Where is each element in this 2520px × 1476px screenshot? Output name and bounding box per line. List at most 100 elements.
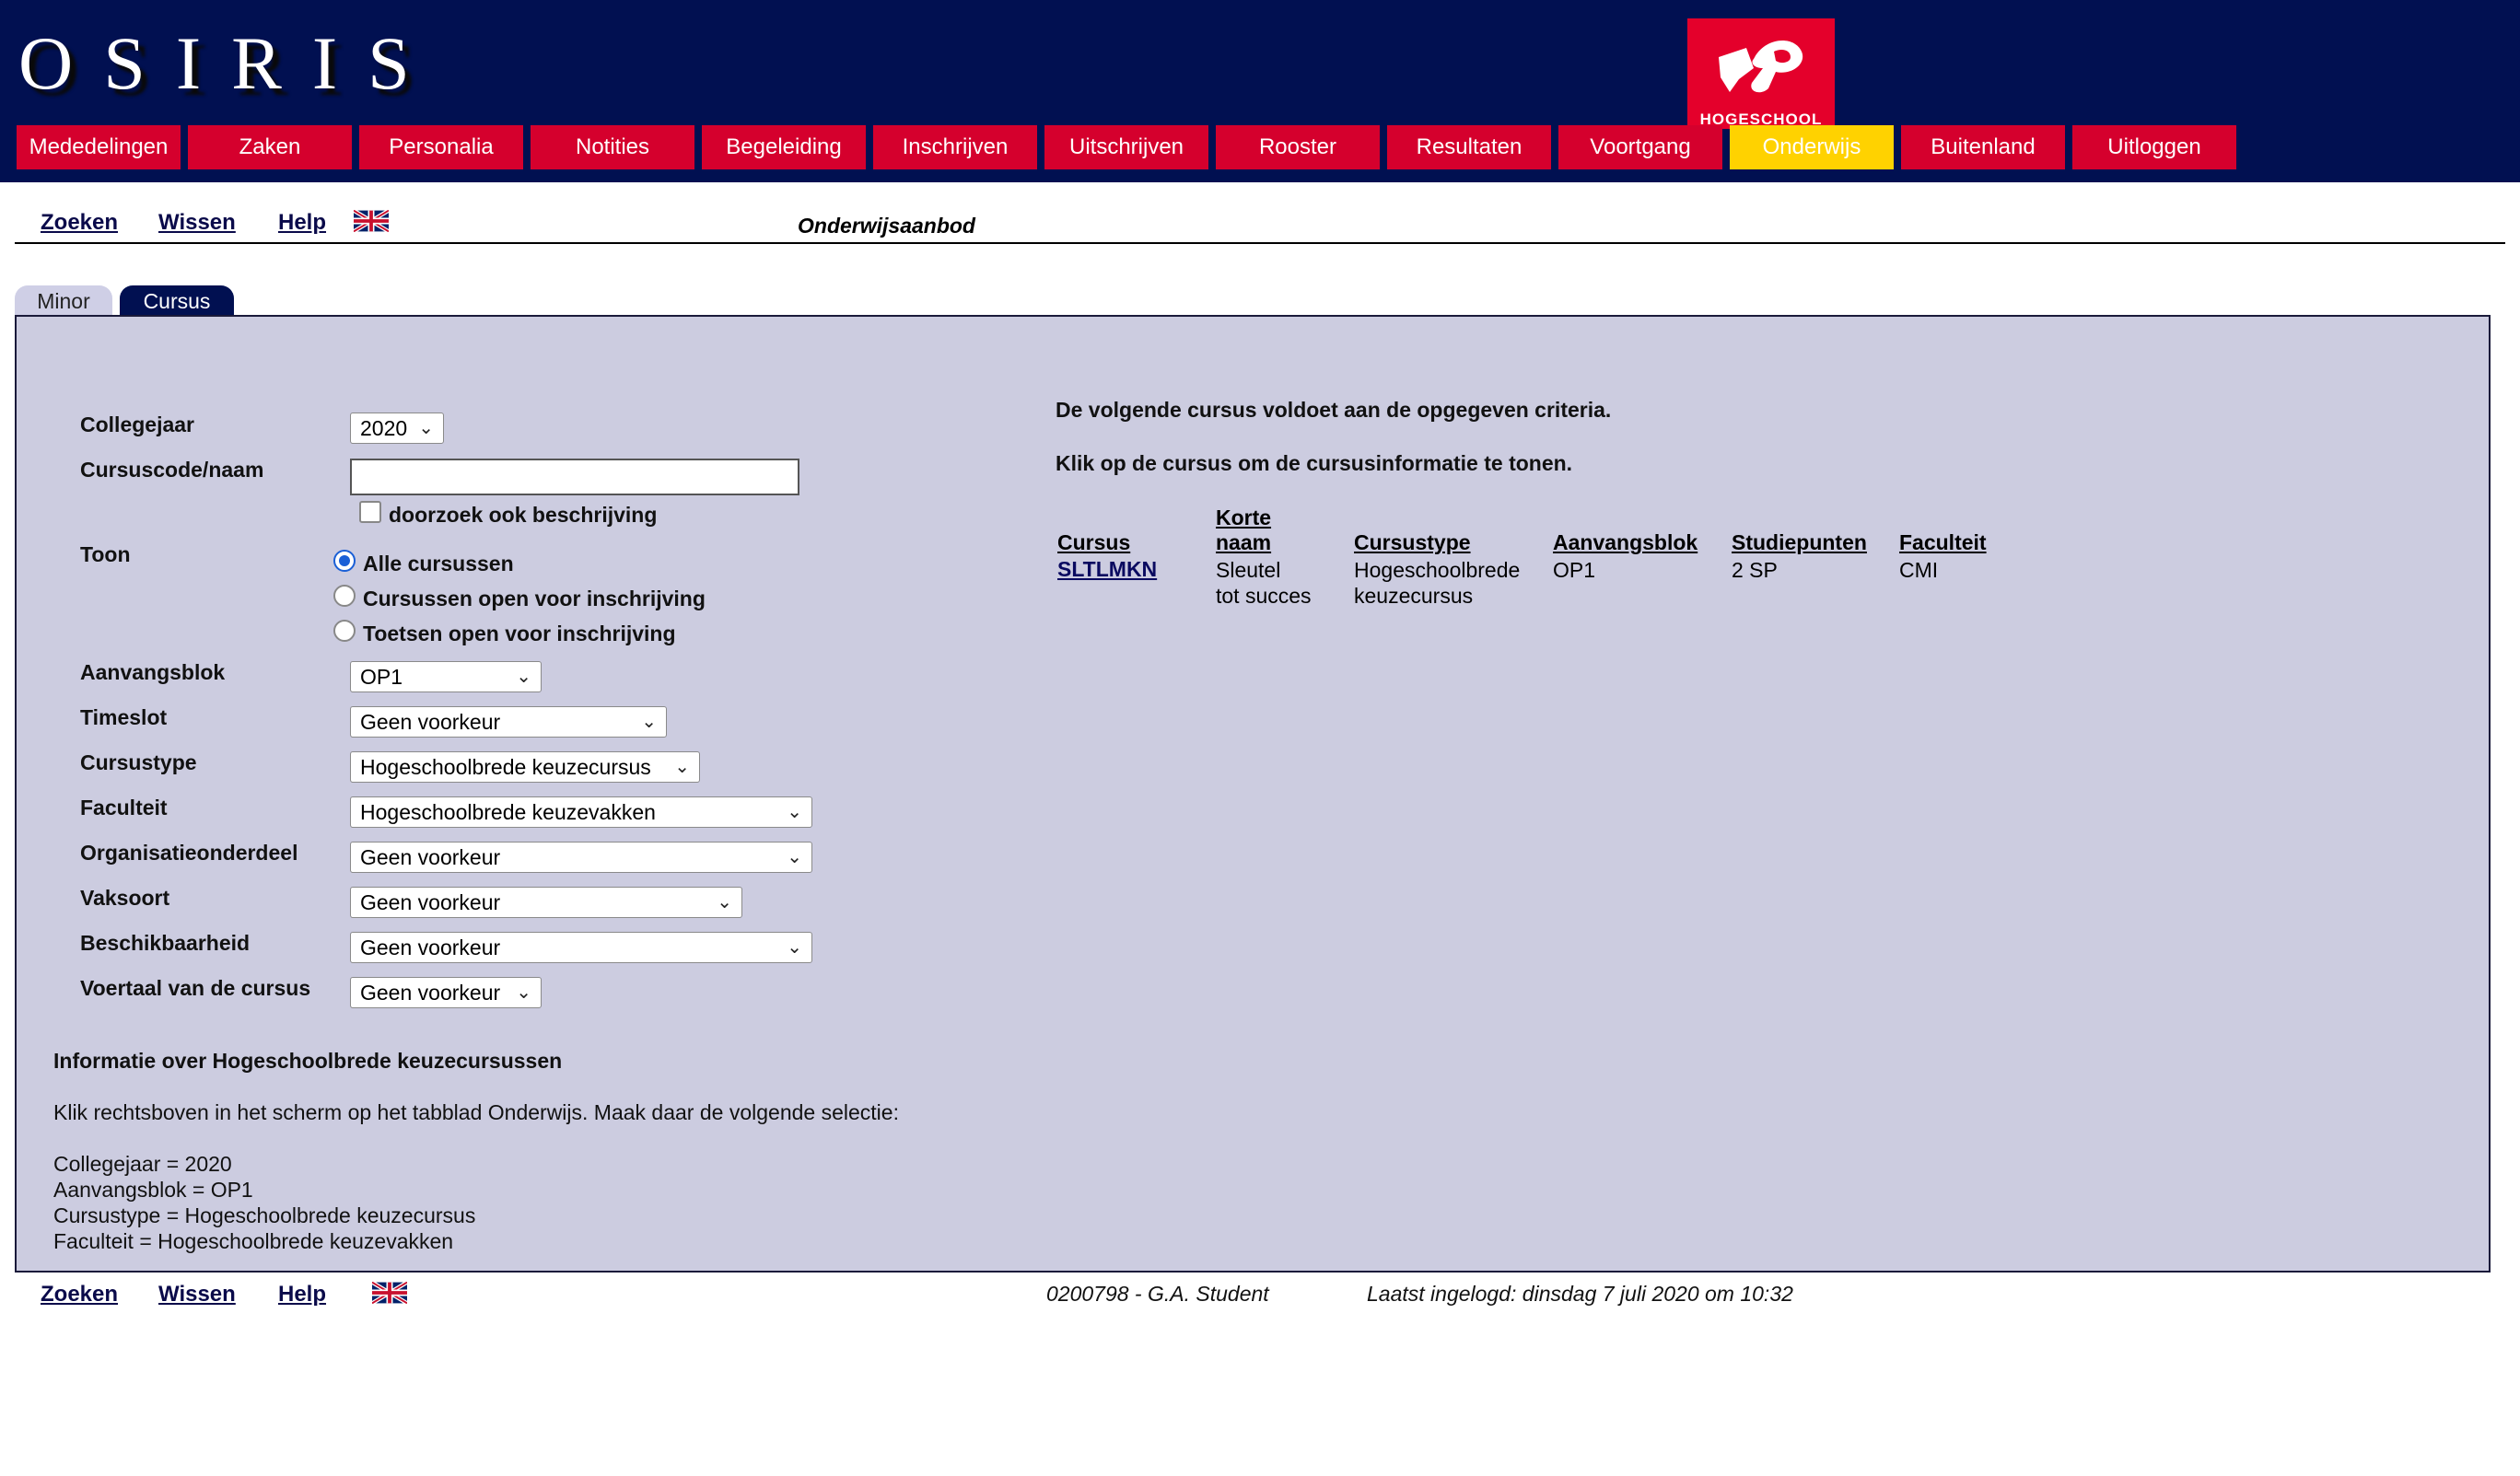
chevron-down-icon: ⌄ — [516, 982, 531, 1003]
menu-item-resultaten[interactable]: Resultaten — [1387, 125, 1551, 169]
cursustype-label: Cursustype — [80, 750, 197, 774]
chevron-down-icon: ⌄ — [717, 892, 732, 912]
radio-alle-cursussen-label: Alle cursussen — [363, 552, 514, 575]
course-start-block: OP1 — [1553, 558, 1596, 582]
chevron-down-icon: ⌄ — [787, 847, 802, 867]
timeslot-label: Timeslot — [80, 705, 168, 729]
osiris-logo: OSIRIS — [18, 21, 440, 105]
toon-label: Toon — [80, 542, 131, 566]
vaksoort-select[interactable]: Geen voorkeur ⌄ — [350, 887, 742, 918]
page-title: Onderwijsaanbod — [798, 214, 975, 238]
vaksoort-value: Geen voorkeur — [360, 890, 501, 914]
voertaal-value: Geen voorkeur — [360, 981, 501, 1005]
menu-item-rooster[interactable]: Rooster — [1216, 125, 1380, 169]
header-bar: OSIRIS HOGESCHOOL Mededelingen Zaken Per… — [0, 0, 2520, 182]
menu-item-onderwijs[interactable]: Onderwijs — [1730, 125, 1894, 169]
clear-link[interactable]: Wissen — [158, 210, 236, 236]
timeslot-value: Geen voorkeur — [360, 710, 501, 734]
clear-link[interactable]: Wissen — [158, 1282, 236, 1307]
course-credits: 2 SP — [1732, 558, 1778, 582]
uk-flag-icon[interactable] — [372, 1282, 407, 1304]
course-short-name-1: Sleutel — [1216, 558, 1281, 582]
col-header-cursus: Cursus — [1057, 530, 1131, 554]
faculteit-value: Hogeschoolbrede keuzevakken — [360, 800, 656, 824]
cursuscode-label: Cursuscode/naam — [80, 458, 264, 482]
info-line: Collegejaar = 2020 — [53, 1152, 232, 1176]
menu-item-uitschrijven[interactable]: Uitschrijven — [1044, 125, 1208, 169]
faculteit-label: Faculteit — [80, 796, 168, 819]
search-description-checkbox[interactable] — [359, 501, 381, 523]
timeslot-select[interactable]: Geen voorkeur ⌄ — [350, 706, 667, 738]
menu-item-personalia[interactable]: Personalia — [359, 125, 523, 169]
tab-minor[interactable]: Minor — [15, 285, 112, 317]
course-type-1: Hogeschoolbrede — [1354, 558, 1521, 582]
chevron-down-icon: ⌄ — [674, 757, 690, 777]
chevron-down-icon: ⌄ — [787, 937, 802, 958]
title-divider — [15, 242, 2505, 244]
chevron-down-icon: ⌄ — [787, 802, 802, 822]
collegejaar-label: Collegejaar — [80, 413, 194, 436]
beschikbaarheid-label: Beschikbaarheid — [80, 931, 251, 955]
radio-toetsen-open[interactable] — [333, 620, 356, 642]
col-header-aanvangsblok: Aanvangsblok — [1553, 530, 1698, 554]
col-header-korte-naam-2: naam — [1216, 530, 1272, 554]
organisatieonderdeel-label: Organisatieonderdeel — [80, 841, 298, 865]
radio-toetsen-open-label: Toetsen open voor inschrijving — [363, 622, 676, 645]
menu-item-begeleiding[interactable]: Begeleiding — [702, 125, 866, 169]
search-panel: Collegejaar Cursuscode/naam Toon Aanvang… — [15, 315, 2491, 1273]
radio-alle-cursussen[interactable] — [333, 550, 356, 572]
course-faculty: CMI — [1899, 558, 1939, 582]
hogeschool-logo: HOGESCHOOL — [1687, 18, 1835, 129]
course-short-name-2: tot succes — [1216, 584, 1312, 608]
info-instruction: Klik rechtsboven in het scherm op het ta… — [53, 1100, 899, 1124]
search-description-label: doorzoek ook beschrijving — [389, 503, 658, 527]
voertaal-label: Voertaal van de cursus — [80, 976, 311, 1000]
help-link[interactable]: Help — [278, 1282, 326, 1307]
menu-item-zaken[interactable]: Zaken — [188, 125, 352, 169]
col-header-faculteit: Faculteit — [1899, 530, 1987, 554]
info-line: Faculteit = Hogeschoolbrede keuzevakken — [53, 1229, 454, 1253]
chevron-down-icon: ⌄ — [516, 667, 531, 687]
info-line: Cursustype = Hogeschoolbrede keuzecursus — [53, 1203, 476, 1227]
aanvangsblok-select[interactable]: OP1 ⌄ — [350, 661, 542, 692]
search-link[interactable]: Zoeken — [41, 1282, 118, 1307]
footer-last-login: Laatst ingelogd: dinsdag 7 juli 2020 om … — [1367, 1282, 1793, 1306]
radio-open-inschrijving[interactable] — [333, 585, 356, 607]
col-header-cursustype: Cursustype — [1354, 530, 1471, 554]
tab-cursus[interactable]: Cursus — [120, 285, 234, 317]
info-line: Aanvangsblok = OP1 — [53, 1178, 253, 1202]
cursustype-value: Hogeschoolbrede keuzecursus — [360, 755, 651, 779]
radio-open-inschrijving-label: Cursussen open voor inschrijving — [363, 587, 706, 610]
menu-item-uitloggen[interactable]: Uitloggen — [2072, 125, 2236, 169]
results-message: De volgende cursus voldoet aan de opgege… — [1056, 398, 1612, 422]
aanvangsblok-value: OP1 — [360, 665, 403, 689]
organisatieonderdeel-value: Geen voorkeur — [360, 845, 501, 869]
menu-item-voortgang[interactable]: Voortgang — [1558, 125, 1722, 169]
cursuscode-input[interactable] — [350, 459, 799, 495]
collegejaar-select[interactable]: 2020 ⌄ — [350, 413, 444, 444]
uk-flag-icon[interactable] — [354, 210, 389, 232]
voertaal-select[interactable]: Geen voorkeur ⌄ — [350, 977, 542, 1008]
collegejaar-value: 2020 — [360, 416, 408, 440]
menu-item-inschrijven[interactable]: Inschrijven — [873, 125, 1037, 169]
menu-item-notities[interactable]: Notities — [531, 125, 694, 169]
info-title: Informatie over Hogeschoolbrede keuzecur… — [53, 1049, 563, 1073]
menu-item-mededelingen[interactable]: Mededelingen — [17, 125, 181, 169]
help-link[interactable]: Help — [278, 210, 326, 236]
col-header-studiepunten: Studiepunten — [1732, 530, 1867, 554]
vaksoort-label: Vaksoort — [80, 886, 170, 910]
chevron-down-icon: ⌄ — [418, 418, 434, 438]
cursustype-select[interactable]: Hogeschoolbrede keuzecursus ⌄ — [350, 751, 700, 783]
faculteit-select[interactable]: Hogeschoolbrede keuzevakken ⌄ — [350, 796, 812, 828]
beschikbaarheid-select[interactable]: Geen voorkeur ⌄ — [350, 932, 812, 963]
chevron-down-icon: ⌄ — [641, 712, 657, 732]
col-header-korte-naam-1: Korte — [1216, 506, 1272, 529]
menu-item-buitenland[interactable]: Buitenland — [1901, 125, 2065, 169]
course-type-2: keuzecursus — [1354, 584, 1474, 608]
aanvangsblok-label: Aanvangsblok — [80, 660, 226, 684]
footer-user: 0200798 - G.A. Student — [1046, 1282, 1269, 1306]
search-link[interactable]: Zoeken — [41, 210, 118, 236]
beschikbaarheid-value: Geen voorkeur — [360, 936, 501, 959]
organisatieonderdeel-select[interactable]: Geen voorkeur ⌄ — [350, 842, 812, 873]
course-link[interactable]: SLTLMKN — [1057, 557, 1157, 582]
